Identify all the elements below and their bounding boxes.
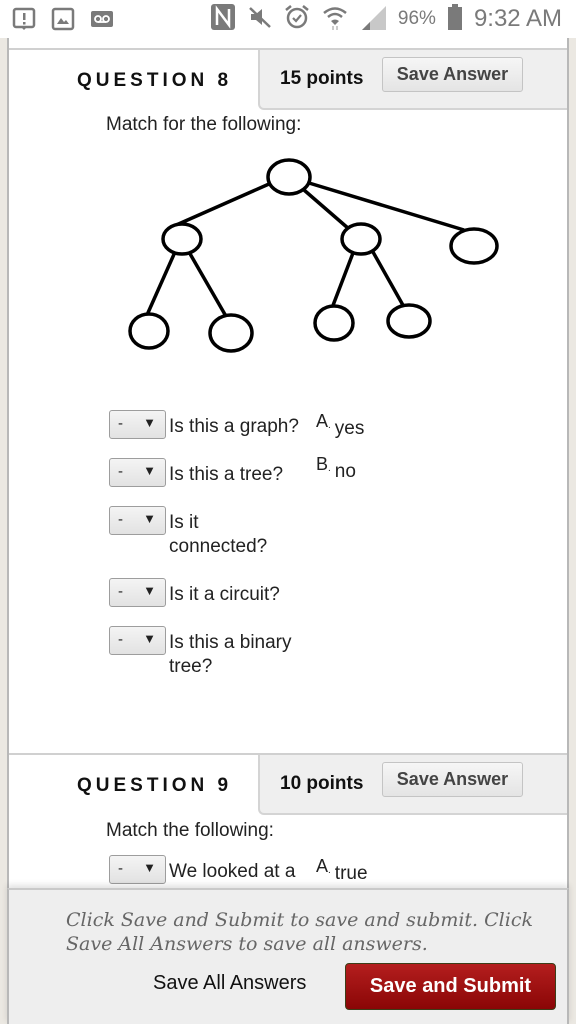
dropdown-arrow-icon: ▼ bbox=[143, 511, 156, 526]
dropdown-arrow-icon: ▼ bbox=[143, 631, 156, 646]
alarm-icon bbox=[284, 4, 310, 35]
match-item: - ▼ Is it a circuit? bbox=[109, 578, 280, 607]
voicemail-icon bbox=[90, 7, 114, 31]
answer-select[interactable]: - ▼ bbox=[109, 410, 166, 439]
tree-edge bbox=[187, 251, 229, 319]
dropdown-arrow-icon: ▼ bbox=[143, 463, 156, 478]
question-points-tab: 10 points Save Answer bbox=[258, 755, 567, 815]
match-item: - ▼ Is this a binary tree? bbox=[109, 626, 319, 679]
save-answer-button[interactable]: Save Answer bbox=[382, 762, 523, 797]
answer-option: B. no bbox=[316, 454, 356, 482]
battery-icon bbox=[447, 3, 462, 35]
question-9-header: QUESTION 9 10 points Save Answer bbox=[9, 753, 567, 815]
match-item-text: Is this a tree? bbox=[169, 464, 284, 485]
answer-select[interactable]: - ▼ bbox=[109, 578, 166, 607]
answer-select[interactable]: - ▼ bbox=[109, 506, 166, 535]
footer-instructions: Click Save and Submit to save and submit… bbox=[66, 909, 533, 955]
answer-select[interactable]: - ▼ bbox=[109, 855, 166, 884]
option-letter: A bbox=[316, 411, 329, 431]
nfc-icon bbox=[210, 3, 236, 36]
battery-percent: 96% bbox=[397, 8, 436, 29]
answer-option: A. true bbox=[316, 856, 368, 884]
match-item-text: We looked at a bbox=[169, 861, 296, 882]
tree-node bbox=[386, 303, 432, 339]
match-item: - ▼ We looked at a bbox=[109, 855, 295, 884]
option-text: yes bbox=[334, 418, 365, 439]
tree-edge bbox=[330, 252, 355, 309]
tree-edge bbox=[173, 182, 270, 228]
match-item: - ▼ Is this a tree? bbox=[109, 458, 283, 487]
tree-node bbox=[340, 222, 382, 256]
tree-edge bbox=[308, 181, 465, 232]
save-answer-button[interactable]: Save Answer bbox=[382, 57, 523, 92]
tree-node bbox=[161, 222, 203, 256]
tree-node bbox=[128, 312, 170, 350]
answer-select[interactable]: - ▼ bbox=[109, 626, 166, 655]
dropdown-arrow-icon: ▼ bbox=[143, 860, 156, 875]
match-item-text: Is it connected? bbox=[169, 512, 268, 557]
tree-node bbox=[266, 158, 312, 196]
wifi-icon bbox=[322, 4, 348, 35]
tree-edge bbox=[371, 251, 406, 308]
answer-select[interactable]: - ▼ bbox=[109, 458, 166, 487]
question-title: QUESTION 9 bbox=[77, 775, 233, 796]
option-text: no bbox=[334, 461, 356, 482]
status-bar: 96% 9:32 AM bbox=[0, 0, 576, 38]
alert-notification-icon bbox=[12, 7, 36, 31]
match-item-text: Is this a graph? bbox=[169, 416, 299, 437]
question-prompt: Match for the following: bbox=[106, 114, 302, 135]
submit-footer: Click Save and Submit to save and submit… bbox=[7, 888, 569, 1024]
question-8-header: QUESTION 8 15 points Save Answer bbox=[9, 48, 567, 110]
question-points-tab: 15 points Save Answer bbox=[258, 50, 567, 110]
tree-edge bbox=[302, 188, 351, 231]
match-item-text: Is it a circuit? bbox=[169, 584, 280, 605]
option-letter: A bbox=[316, 856, 329, 876]
question-points: 15 points bbox=[280, 68, 364, 89]
tree-node bbox=[449, 227, 499, 265]
question-points: 10 points bbox=[280, 773, 364, 794]
tree-node bbox=[313, 304, 355, 342]
quiz-page: QUESTION 8 15 points Save Answer Match f… bbox=[7, 38, 569, 1024]
signal-icon bbox=[360, 4, 386, 35]
image-notification-icon bbox=[51, 7, 75, 31]
save-and-submit-button[interactable]: Save and Submit bbox=[345, 963, 556, 1010]
tree-edge bbox=[145, 251, 177, 316]
mute-icon bbox=[248, 5, 272, 34]
dropdown-arrow-icon: ▼ bbox=[143, 415, 156, 430]
save-all-answers-button[interactable]: Save All Answers bbox=[153, 972, 306, 995]
option-letter: B bbox=[316, 454, 329, 474]
option-text: true bbox=[334, 863, 368, 884]
dropdown-arrow-icon: ▼ bbox=[143, 583, 156, 598]
match-item-text: Is this a binary tree? bbox=[169, 632, 292, 677]
answer-option: A. yes bbox=[316, 411, 365, 439]
tree-node bbox=[208, 313, 254, 353]
clock: 9:32 AM bbox=[473, 5, 562, 32]
match-item: - ▼ Is it connected? bbox=[109, 506, 289, 559]
question-title: QUESTION 8 bbox=[77, 70, 233, 91]
match-item: - ▼ Is this a graph? bbox=[109, 410, 299, 439]
tree-diagram bbox=[128, 158, 499, 353]
question-prompt: Match the following: bbox=[106, 820, 274, 841]
